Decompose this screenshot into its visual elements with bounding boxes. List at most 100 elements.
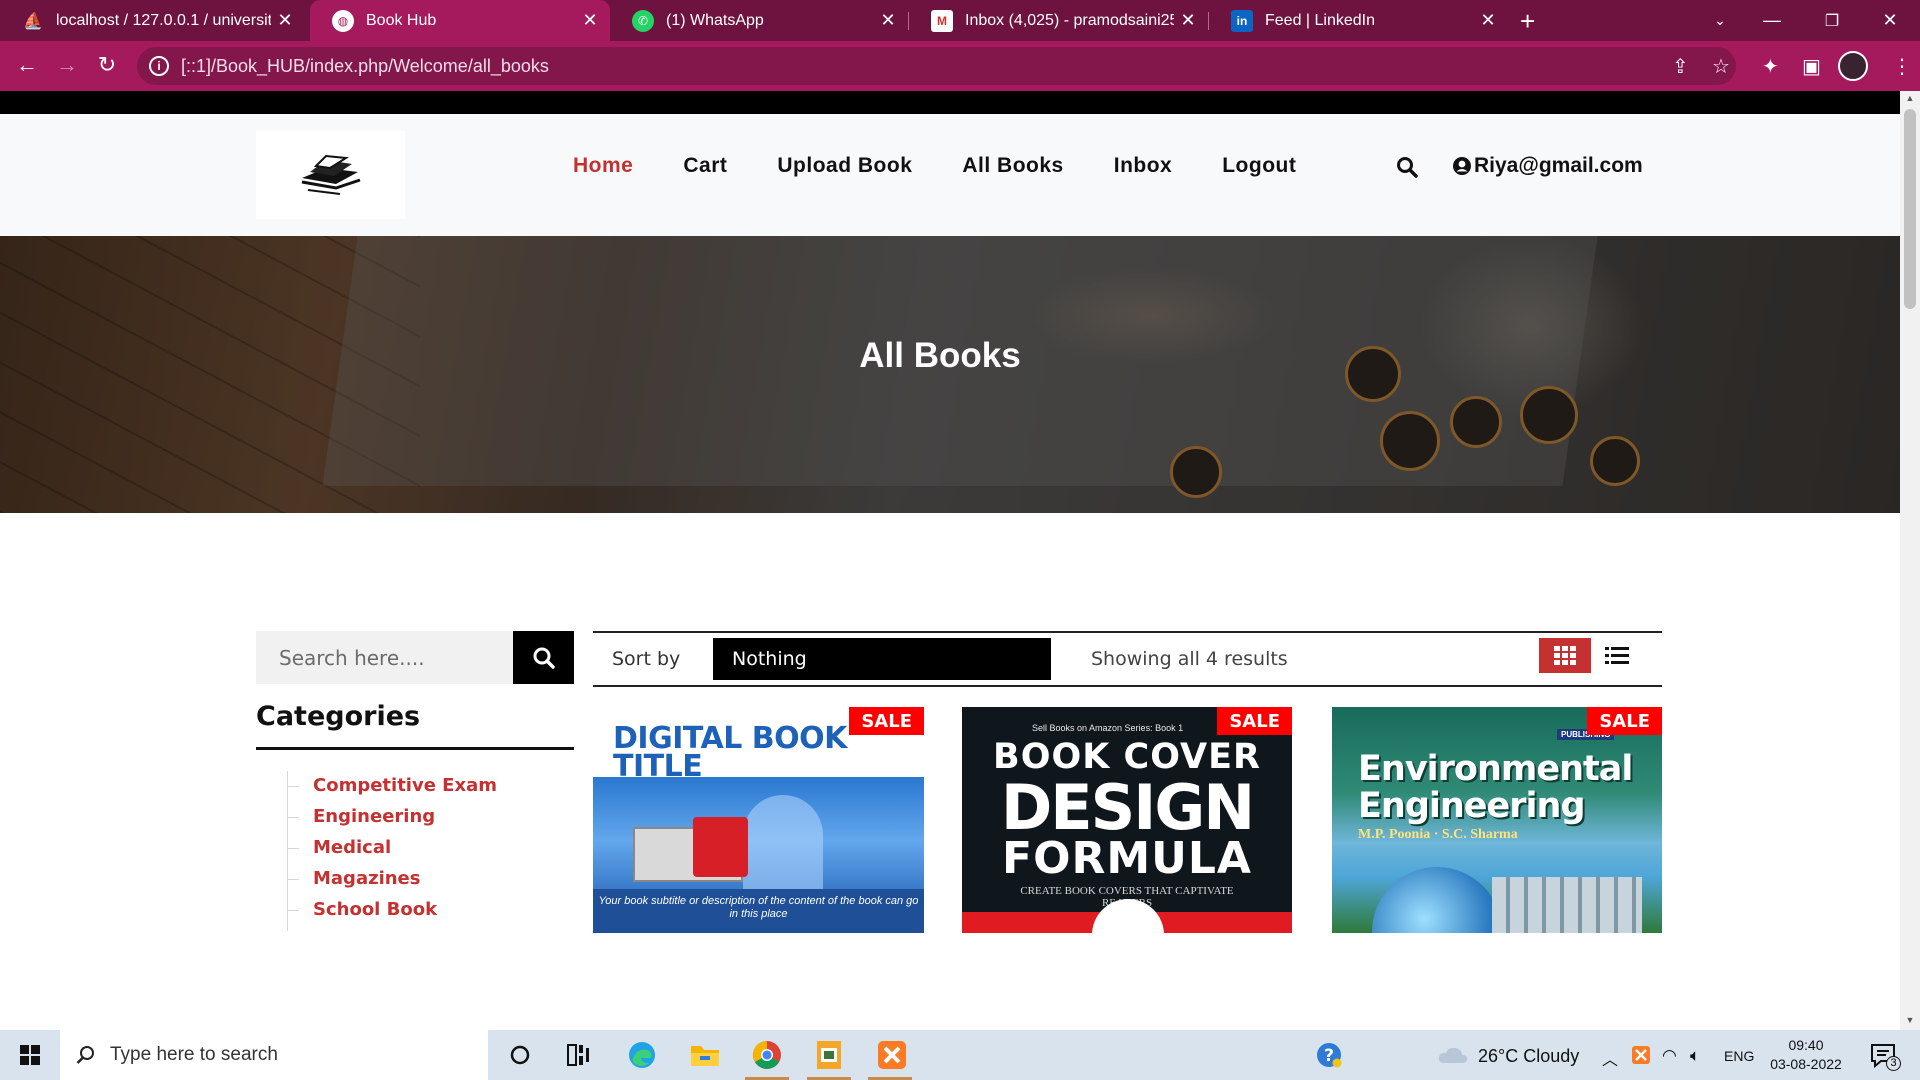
language-indicator[interactable]: ENG <box>1724 1048 1754 1064</box>
user-account-link[interactable]: Riya@gmail.com <box>1452 154 1643 178</box>
sale-badge: SALE <box>1587 707 1662 735</box>
start-button[interactable] <box>0 1030 60 1080</box>
tab-title: Feed | LinkedIn <box>1265 11 1376 29</box>
linkedin-icon: in <box>1231 9 1253 32</box>
sort-bar-top-border <box>593 631 1662 633</box>
new-tab-icon[interactable]: + <box>1520 6 1535 37</box>
cover-series: Sell Books on Amazon Series: Book 1 <box>1032 723 1184 733</box>
nav-all-books[interactable]: All Books <box>962 154 1063 178</box>
taskbar-clock[interactable]: 09:40 03-08-2022 <box>1766 1036 1846 1074</box>
weather-text[interactable]: 26°C Cloudy <box>1478 1046 1579 1067</box>
tab-phpmyadmin[interactable]: ⛵ localhost / 127.0.0.1 / university / ✕ <box>0 0 305 41</box>
browser-tab-strip: ⛵ localhost / 127.0.0.1 / university / ✕… <box>0 0 1920 41</box>
site-header: Home Cart Upload Book All Books Inbox Lo… <box>0 114 1900 236</box>
address-url: [::1]/Book_HUB/index.php/Welcome/all_boo… <box>181 55 549 76</box>
tab-title: (1) WhatsApp <box>666 11 764 29</box>
close-tab-icon[interactable]: ✕ <box>1474 10 1502 31</box>
windows-taskbar: Type here to search ? 26°C Cloudy ︿ ◠ 🔈︎… <box>0 1030 1920 1080</box>
taskbar-search-placeholder: Type here to search <box>110 1044 278 1065</box>
category-link[interactable]: School Book <box>287 899 497 930</box>
share-icon[interactable]: ⇪ <box>1672 54 1689 79</box>
close-tab-icon[interactable]: ✕ <box>1174 10 1202 31</box>
sort-select-value: Nothing <box>732 648 807 670</box>
menu-kebab-icon[interactable]: ⋮ <box>1892 54 1912 79</box>
product-card[interactable]: PUBLISHING Environmental Engineering M.P… <box>1332 707 1662 933</box>
forward-icon[interactable]: → <box>53 52 81 78</box>
category-link[interactable]: Medical <box>287 837 497 868</box>
category-link[interactable]: Competitive Exam <box>287 775 497 806</box>
sidebar-search <box>256 631 513 684</box>
search-button[interactable] <box>513 631 574 684</box>
extensions-icon[interactable]: ✦ <box>1762 54 1779 79</box>
site-info-icon[interactable]: i <box>149 56 169 76</box>
category-link[interactable]: Engineering <box>287 806 497 837</box>
close-tab-icon[interactable]: ✕ <box>576 10 604 31</box>
scrollbar-thumb[interactable] <box>1904 109 1916 309</box>
cover-title-line: FORMULA <box>1002 833 1252 884</box>
address-bar[interactable]: i [::1]/Book_HUB/index.php/Welcome/all_b… <box>137 47 1736 85</box>
profile-avatar[interactable] <box>1838 51 1868 81</box>
xampp-icon[interactable] <box>875 1038 909 1072</box>
minimize-icon[interactable]: — <box>1742 0 1802 41</box>
xampp-tray-icon[interactable] <box>1630 1044 1652 1066</box>
tray-overflow-icon[interactable]: ︿ <box>1602 1046 1618 1070</box>
main-navigation: Home Cart Upload Book All Books Inbox Lo… <box>573 154 1346 178</box>
cover-folder <box>693 817 748 877</box>
cover-city <box>1492 877 1642 933</box>
search-input[interactable] <box>256 631 513 684</box>
nav-inbox[interactable]: Inbox <box>1114 154 1173 178</box>
phpmyadmin-icon: ⛵ <box>23 12 43 30</box>
tab-gmail[interactable]: M Inbox (4,025) - pramodsaini2506 ✕ <box>909 0 1208 41</box>
product-card[interactable]: DIGITAL BOOK TITLE Your book subtitle or… <box>593 707 924 933</box>
close-window-icon[interactable]: ✕ <box>1860 0 1920 41</box>
weather-cloud-icon <box>1436 1038 1470 1072</box>
chrome-icon[interactable] <box>750 1038 784 1072</box>
tab-linkedin[interactable]: in Feed | LinkedIn ✕ <box>1209 0 1508 41</box>
side-panel-icon[interactable]: ▣ <box>1802 54 1821 79</box>
wifi-icon[interactable]: ◠ <box>1662 1046 1677 1066</box>
edge-icon[interactable] <box>625 1038 659 1072</box>
task-view-icon[interactable] <box>562 1038 596 1072</box>
sublime-app-icon[interactable] <box>812 1038 846 1072</box>
tab-book-hub[interactable]: ◍ Book Hub ✕ <box>310 0 610 41</box>
scroll-down-icon[interactable]: ▼ <box>1900 1015 1920 1025</box>
nav-logout[interactable]: Logout <box>1222 154 1296 178</box>
tab-whatsapp[interactable]: ✆ (1) WhatsApp ✕ <box>610 0 908 41</box>
gmail-icon: M <box>931 9 953 32</box>
bookmark-star-icon[interactable]: ☆ <box>1712 54 1730 79</box>
cortana-icon[interactable] <box>503 1038 537 1072</box>
volume-icon[interactable]: 🔈︎ <box>1690 1046 1700 1066</box>
scroll-up-icon[interactable]: ▲ <box>1900 93 1920 103</box>
cover-globe <box>1372 867 1502 933</box>
windows-logo-icon <box>20 1045 40 1065</box>
browser-toolbar: ← → ↻ i [::1]/Book_HUB/index.php/Welcome… <box>0 41 1920 91</box>
search-icon <box>533 647 555 669</box>
user-circle-icon <box>1453 157 1471 175</box>
close-tab-icon[interactable]: ✕ <box>874 10 902 31</box>
site-logo[interactable] <box>256 131 405 219</box>
grid-icon <box>1554 645 1576 665</box>
nav-upload-book[interactable]: Upload Book <box>777 154 912 178</box>
file-explorer-icon[interactable] <box>688 1038 722 1072</box>
tab-search-icon[interactable]: ⌄ <box>1690 0 1750 41</box>
help-icon[interactable]: ? <box>1312 1038 1346 1072</box>
category-link[interactable]: Magazines <box>287 868 497 899</box>
sort-select[interactable]: Nothing <box>713 638 1051 680</box>
list-icon <box>1605 647 1629 664</box>
back-icon[interactable]: ← <box>13 52 41 78</box>
close-tab-icon[interactable]: ✕ <box>271 10 299 31</box>
notifications-icon[interactable]: 3 <box>1866 1038 1901 1072</box>
grid-view-button[interactable] <box>1539 638 1591 673</box>
list-view-button[interactable] <box>1600 642 1634 670</box>
header-search-icon[interactable] <box>1396 156 1418 183</box>
page-scrollbar[interactable]: ▲ ▼ <box>1900 91 1920 1030</box>
nav-cart[interactable]: Cart <box>683 154 727 178</box>
restore-icon[interactable]: ❐ <box>1802 0 1862 41</box>
nav-home[interactable]: Home <box>573 154 633 178</box>
categories-divider <box>256 747 574 750</box>
taskbar-search[interactable]: Type here to search <box>60 1030 488 1080</box>
reload-icon[interactable]: ↻ <box>93 52 121 78</box>
tab-title: Inbox (4,025) - pramodsaini2506 <box>965 11 1174 29</box>
tab-title: localhost / 127.0.0.1 / university / <box>56 11 271 29</box>
product-card[interactable]: Sell Books on Amazon Series: Book 1 BOOK… <box>962 707 1292 933</box>
